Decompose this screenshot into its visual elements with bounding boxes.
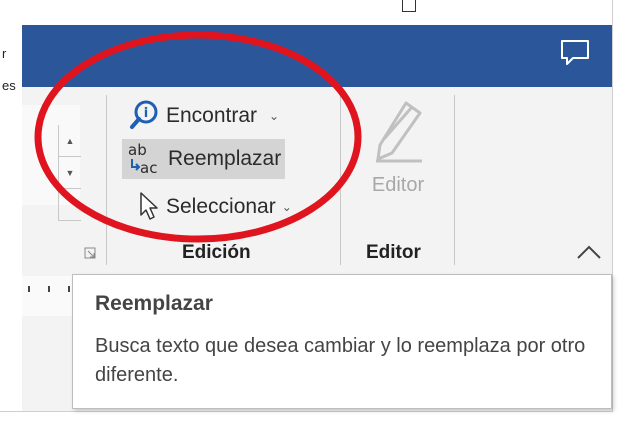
editor-button-label: Editor [371, 174, 425, 196]
dialog-launcher-icon[interactable] [84, 247, 96, 259]
background-text-fragment: es [2, 78, 16, 93]
background-text-fragment: r [2, 46, 7, 61]
editor-button[interactable]: Editor [362, 99, 434, 209]
background-top-strip [22, 0, 612, 25]
editor-group-label: Editor [366, 242, 421, 263]
editing-group-label: Edición [182, 242, 251, 263]
replace-tooltip: Reemplazar Busca texto que desea cambiar… [72, 274, 612, 409]
collapse-ribbon-icon[interactable] [575, 243, 603, 261]
editor-pen-icon [376, 101, 422, 163]
group-separator [454, 95, 455, 265]
red-highlight-oval [34, 31, 362, 243]
tooltip-title: Reemplazar [95, 292, 213, 315]
background-document-strip: r es [0, 0, 22, 411]
comments-icon[interactable] [560, 39, 590, 67]
tooltip-body: Busca texto que desea cambiar y lo reemp… [95, 335, 586, 386]
background-window-stub [402, 0, 416, 12]
